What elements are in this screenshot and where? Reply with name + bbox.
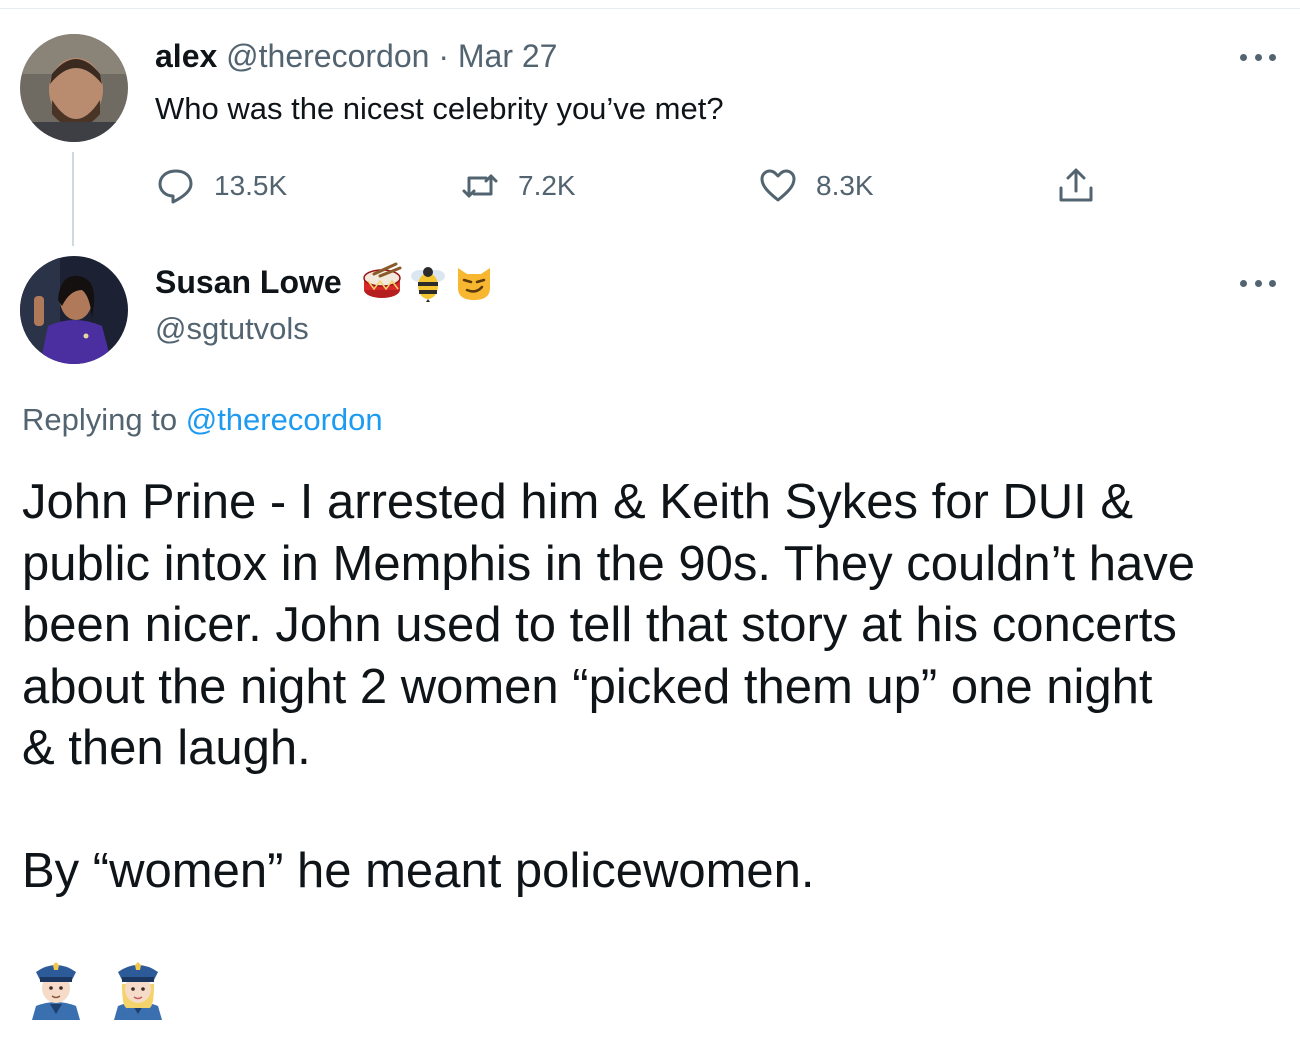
reply-count: 13.5K [214,170,288,201]
tweet2-display-name[interactable]: Susan Lowe [155,264,342,301]
retweet-icon [460,166,500,206]
share-icon [1056,166,1096,206]
retweet-button[interactable]: 7.2K [460,166,576,206]
policewoman-emoji [110,958,166,1020]
tweet2-closing-line: By “women” he meant policewomen. [22,844,815,898]
tweet2-handle[interactable]: @sgtutvols [155,311,309,347]
top-divider [0,8,1300,9]
tweet2-text-line: John Prine - I arrested him & Keith Syke… [22,475,1134,529]
replying-prefix: Replying to [22,402,178,437]
tweet1-handle[interactable]: @therecordon [226,38,429,74]
tweet2-text: John Prine - I arrested him & Keith Syke… [22,472,1292,903]
tweet1-date[interactable]: Mar 27 [458,38,558,74]
thread-connector-line [72,152,74,246]
tweet2-more-icon[interactable] [1240,280,1276,290]
reply-icon [156,166,196,206]
bee-emoji [408,262,448,302]
tweet1-text: Who was the nicest celebrity you’ve met? [155,91,724,126]
tweet2-text-line: about the night 2 women “picked them up”… [22,659,1153,714]
tweet1-separator: · [438,38,449,74]
avatar-susan-lowe[interactable] [20,256,128,364]
name-emojis [362,262,494,302]
tweet1-display-name[interactable]: alex [155,38,217,74]
tweet2-text-line: & then laugh. [22,721,311,775]
tweet2-text-line: been nicer. John used to tell that story… [22,598,1177,652]
tweet1-header: alex @therecordon · Mar 27 [155,38,557,75]
replying-handle-link[interactable]: @therecordon [186,402,383,437]
tweet1-more-icon[interactable] [1240,54,1276,64]
police-officer-emoji [28,958,84,1020]
retweet-count: 7.2K [518,170,576,201]
like-count: 8.3K [816,170,874,201]
like-button[interactable]: 8.3K [758,166,874,206]
avatar-alex[interactable] [20,34,128,142]
heart-icon [758,166,798,206]
tweet2-text-line: public intox in Memphis in the 90s. They… [22,536,1196,591]
smirking-cat-emoji [454,262,494,302]
reply-button[interactable]: 13.5K [156,166,287,206]
drum-emoji [362,262,402,302]
share-button[interactable] [1056,166,1096,206]
replying-to: Replying to @therecordon [22,402,383,438]
